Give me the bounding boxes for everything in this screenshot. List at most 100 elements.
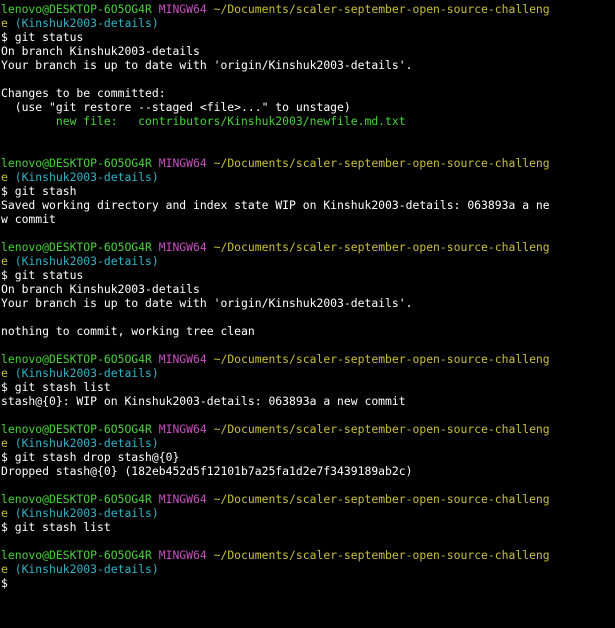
prompt-path-wrap: e <box>1 506 8 520</box>
command-line: $ git stash <box>1 184 615 198</box>
prompt-branch: (Kinshuk2003-details) <box>14 436 159 450</box>
prompt-line-wrap: e (Kinshuk2003-details) <box>1 436 615 450</box>
prompt-line: lenovo@DESKTOP-6O5OG4R MINGW64 ~/Documen… <box>1 352 615 366</box>
prompt-user-host: lenovo@DESKTOP-6O5OG4R <box>1 2 152 16</box>
prompt-line-wrap: e (Kinshuk2003-details) <box>1 16 615 30</box>
command-text: git status <box>14 30 84 44</box>
prompt-path-wrap: e <box>1 170 8 184</box>
prompt-shell: MINGW64 <box>158 352 207 366</box>
prompt-line-wrap: e (Kinshuk2003-details) <box>1 170 615 184</box>
prompt-shell: MINGW64 <box>158 548 207 562</box>
terminal-window[interactable]: lenovo@DESKTOP-6O5OG4R MINGW64 ~/Documen… <box>0 0 615 628</box>
prompt-line: lenovo@DESKTOP-6O5OG4R MINGW64 ~/Documen… <box>1 548 615 562</box>
prompt-user-host: lenovo@DESKTOP-6O5OG4R <box>1 352 152 366</box>
prompt-path-wrap: e <box>1 562 8 576</box>
prompt-shell: MINGW64 <box>158 240 207 254</box>
prompt-user-host: lenovo@DESKTOP-6O5OG4R <box>1 240 152 254</box>
output-line: Changes to be committed: <box>1 86 166 100</box>
prompt-shell: MINGW64 <box>158 492 207 506</box>
command-line: $ git stash list <box>1 520 615 534</box>
command-text: git stash list <box>14 520 111 534</box>
command-text: git stash drop stash@{0} <box>14 450 180 464</box>
prompt-user-host: lenovo@DESKTOP-6O5OG4R <box>1 422 152 436</box>
output-line: stash@{0}: WIP on Kinshuk2003-details: 0… <box>1 394 406 408</box>
output-line: Dropped stash@{0} (182eb452d5f12101b7a25… <box>1 464 413 478</box>
prompt-branch: (Kinshuk2003-details) <box>14 506 159 520</box>
prompt-branch: (Kinshuk2003-details) <box>14 16 159 30</box>
command-block-git-stash: lenovo@DESKTOP-6O5OG4R MINGW64 ~/Documen… <box>1 156 615 240</box>
prompt-branch: (Kinshuk2003-details) <box>14 366 159 380</box>
prompt-shell: MINGW64 <box>158 422 207 436</box>
command-block-git-stash-drop: lenovo@DESKTOP-6O5OG4R MINGW64 ~/Documen… <box>1 422 615 492</box>
staged-file-line: new file: contributors/Kinshuk2003/newfi… <box>1 114 615 128</box>
command-line: $ git status <box>1 268 615 282</box>
prompt-line: lenovo@DESKTOP-6O5OG4R MINGW64 ~/Documen… <box>1 240 615 254</box>
prompt-symbol: $ <box>1 380 8 394</box>
command-block-git-stash-list-empty: lenovo@DESKTOP-6O5OG4R MINGW64 ~/Documen… <box>1 492 615 548</box>
prompt-line-wrap: e (Kinshuk2003-details) <box>1 366 615 380</box>
prompt-branch: (Kinshuk2003-details) <box>14 254 159 268</box>
prompt-path: ~/Documents/scaler-september-open-source… <box>213 422 550 436</box>
output-line: Your branch is up to date with 'origin/K… <box>1 296 413 310</box>
prompt-user-host: lenovo@DESKTOP-6O5OG4R <box>1 492 152 506</box>
prompt-branch: (Kinshuk2003-details) <box>14 562 159 576</box>
prompt-branch: (Kinshuk2003-details) <box>14 170 159 184</box>
command-input-line[interactable]: $ <box>1 576 615 590</box>
staged-file-path: contributors/Kinshuk2003/newfile.md.txt <box>138 114 406 128</box>
active-prompt[interactable]: lenovo@DESKTOP-6O5OG4R MINGW64 ~/Documen… <box>1 548 615 590</box>
command-block-git-status: lenovo@DESKTOP-6O5OG4R MINGW64 ~/Documen… <box>1 2 615 156</box>
prompt-line: lenovo@DESKTOP-6O5OG4R MINGW64 ~/Documen… <box>1 492 615 506</box>
prompt-line-wrap: e (Kinshuk2003-details) <box>1 254 615 268</box>
command-text: git stash list <box>14 380 111 394</box>
prompt-path-wrap: e <box>1 254 8 268</box>
prompt-line: lenovo@DESKTOP-6O5OG4R MINGW64 ~/Documen… <box>1 422 615 436</box>
command-line: $ git status <box>1 30 615 44</box>
prompt-path-wrap: e <box>1 436 8 450</box>
prompt-user-host: lenovo@DESKTOP-6O5OG4R <box>1 548 152 562</box>
output-line: nothing to commit, working tree clean <box>1 324 255 338</box>
prompt-shell: MINGW64 <box>158 2 207 16</box>
prompt-line: lenovo@DESKTOP-6O5OG4R MINGW64 ~/Documen… <box>1 156 615 170</box>
prompt-symbol: $ <box>1 268 8 282</box>
command-text: git stash <box>14 184 77 198</box>
prompt-path: ~/Documents/scaler-september-open-source… <box>213 492 550 506</box>
prompt-path: ~/Documents/scaler-september-open-source… <box>213 240 550 254</box>
output-line: Your branch is up to date with 'origin/K… <box>1 58 413 72</box>
output-line: Saved working directory and index state … <box>1 198 550 212</box>
prompt-user-host: lenovo@DESKTOP-6O5OG4R <box>1 156 152 170</box>
command-block-git-status-clean: lenovo@DESKTOP-6O5OG4R MINGW64 ~/Documen… <box>1 240 615 352</box>
output-line: On branch Kinshuk2003-details <box>1 282 200 296</box>
command-text: git status <box>14 268 84 282</box>
prompt-symbol: $ <box>1 450 8 464</box>
command-line: $ git stash drop stash@{0} <box>1 450 615 464</box>
prompt-path: ~/Documents/scaler-september-open-source… <box>213 352 550 366</box>
output-line: w commit <box>1 212 56 226</box>
prompt-symbol: $ <box>1 30 8 44</box>
prompt-path: ~/Documents/scaler-september-open-source… <box>213 548 550 562</box>
output-line: On branch Kinshuk2003-details <box>1 44 200 58</box>
prompt-symbol: $ <box>1 184 8 198</box>
prompt-symbol: $ <box>1 576 8 590</box>
prompt-line: lenovo@DESKTOP-6O5OG4R MINGW64 ~/Documen… <box>1 2 615 16</box>
prompt-line-wrap: e (Kinshuk2003-details) <box>1 562 615 576</box>
prompt-line-wrap: e (Kinshuk2003-details) <box>1 506 615 520</box>
prompt-symbol: $ <box>1 520 8 534</box>
prompt-path: ~/Documents/scaler-september-open-source… <box>213 156 550 170</box>
command-block-git-stash-list: lenovo@DESKTOP-6O5OG4R MINGW64 ~/Documen… <box>1 352 615 422</box>
prompt-path: ~/Documents/scaler-september-open-source… <box>213 2 550 16</box>
prompt-path-wrap: e <box>1 366 8 380</box>
output-line: (use "git restore --staged <file>..." to… <box>1 100 351 114</box>
prompt-path-wrap: e <box>1 16 8 30</box>
command-line: $ git stash list <box>1 380 615 394</box>
staged-file-label: new file: <box>1 114 139 128</box>
prompt-shell: MINGW64 <box>158 156 207 170</box>
